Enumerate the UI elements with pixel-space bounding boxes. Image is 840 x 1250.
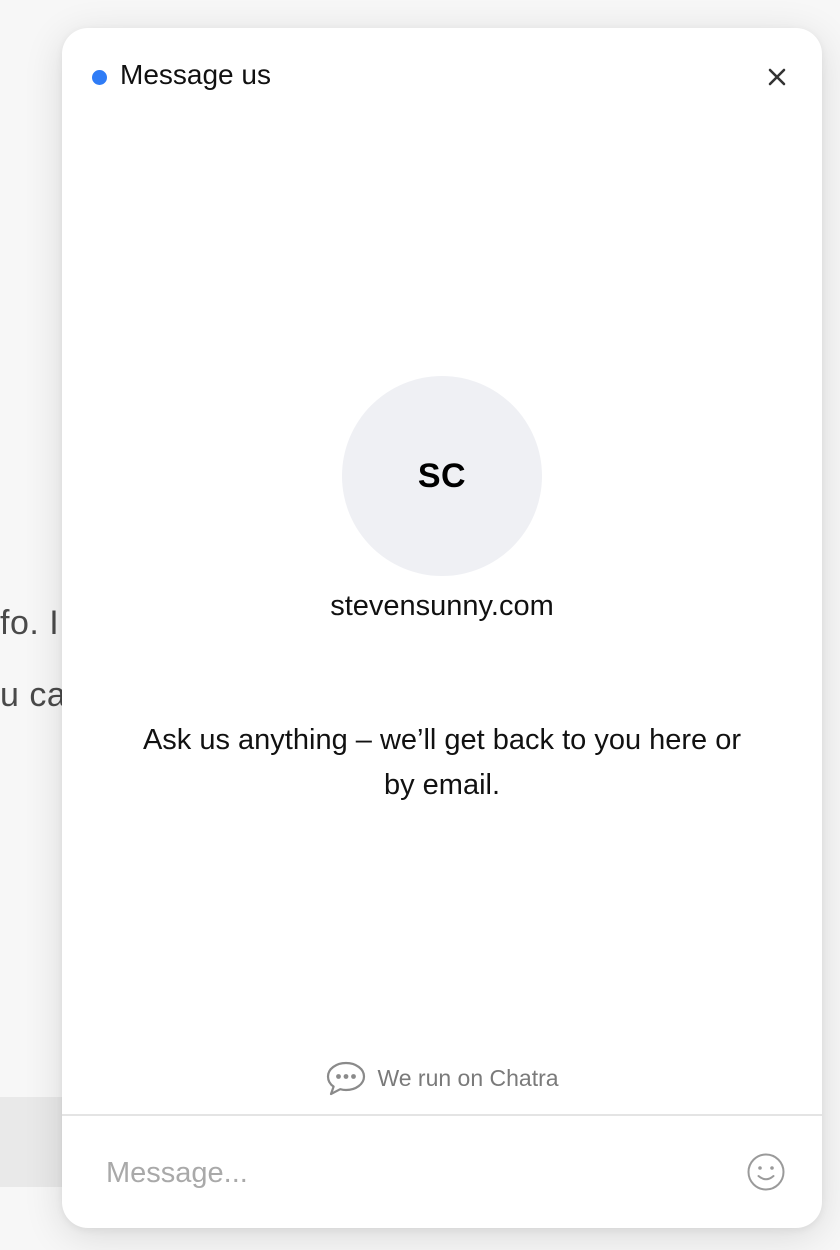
site-name: stevensunny.com	[330, 590, 554, 622]
close-button[interactable]	[762, 62, 792, 92]
powered-by-label: We run on Chatra	[377, 1064, 559, 1091]
online-status-dot	[92, 70, 107, 85]
powered-by-link[interactable]: We run on Chatra	[62, 1058, 822, 1098]
background-text-line: u ca	[0, 676, 67, 714]
chat-bubble-icon	[327, 1061, 366, 1096]
message-composer	[62, 1116, 822, 1228]
avatar-initials: SC	[417, 456, 467, 495]
chat-header: Message us	[62, 28, 822, 128]
message-input[interactable]	[106, 1146, 706, 1200]
chat-widget: Message us SC stevensunny.com Ask us any…	[62, 28, 822, 1228]
emoji-button[interactable]	[746, 1152, 786, 1192]
close-icon	[768, 68, 786, 86]
avatar: SC	[342, 376, 542, 576]
background-text-line: fo. I	[0, 604, 60, 642]
chat-title: Message us	[120, 59, 271, 90]
smiley-icon	[747, 1153, 785, 1191]
welcome-message: Ask us anything – we’ll get back to you …	[142, 724, 742, 801]
